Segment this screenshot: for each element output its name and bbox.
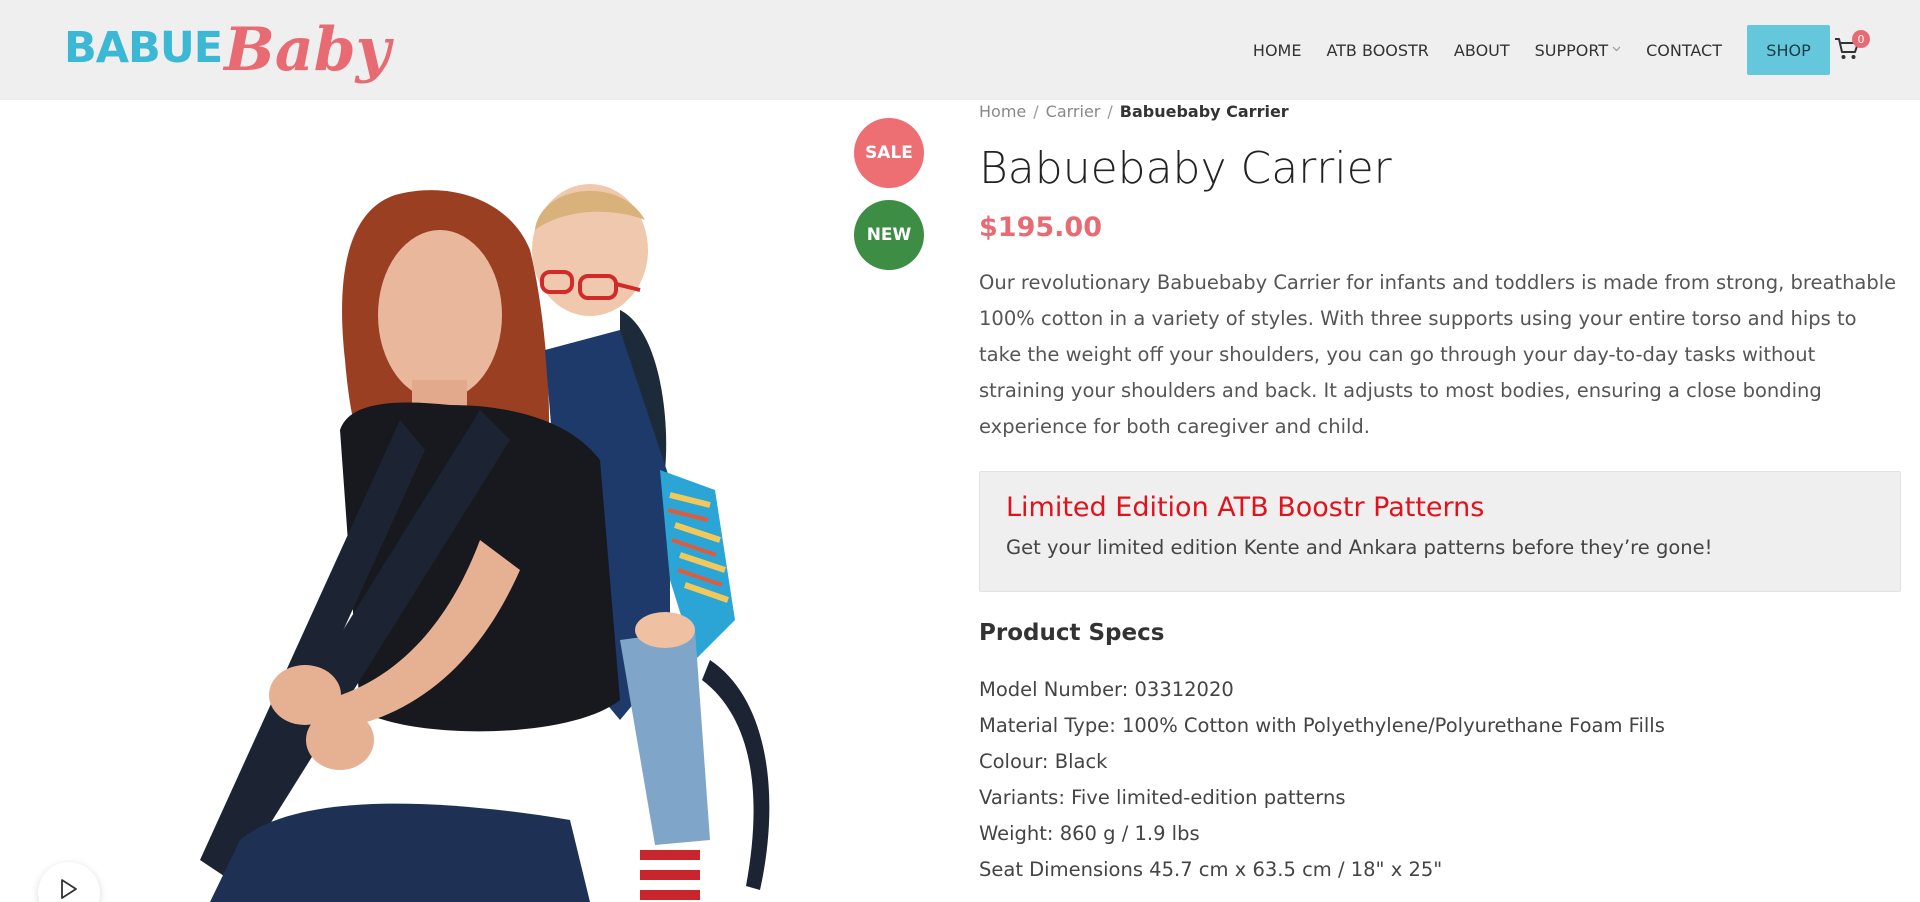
- promo-text: Get your limited edition Kente and Ankar…: [1006, 536, 1713, 560]
- logo-text-baby: Baby: [224, 15, 391, 85]
- play-icon: [61, 879, 77, 899]
- breadcrumb-home[interactable]: Home: [979, 102, 1026, 121]
- site-header: BABUE Baby HOME ATB BOOSTR ABOUT SUPPORT…: [0, 0, 1920, 100]
- product-details: Home / Carrier / Babuebaby Carrier Babue…: [979, 100, 1901, 888]
- nav-support-label: SUPPORT: [1534, 40, 1609, 60]
- breadcrumb: Home / Carrier / Babuebaby Carrier: [979, 102, 1900, 121]
- product-photo-illustration: [200, 184, 770, 902]
- nav-contact[interactable]: CONTACT: [1646, 41, 1722, 60]
- promo-title: Limited Edition ATB Boostr Patterns: [1006, 491, 1485, 523]
- spec-weight: Weight: 860 g / 1.9 lbs: [979, 821, 1200, 845]
- main-nav: HOME ATB BOOSTR ABOUT SUPPORT CONTACT SH…: [1228, 25, 1830, 75]
- specs-list: Model Number: 03312020 Material Type: 10…: [979, 672, 1900, 888]
- product-image[interactable]: [150, 100, 850, 902]
- spec-variants: Variants: Five limited-edition patterns: [979, 785, 1346, 809]
- play-video-button[interactable]: [38, 862, 100, 902]
- cart-button[interactable]: 0: [1834, 30, 1870, 64]
- logo-text-babue: BABUE: [64, 23, 223, 73]
- nav-support[interactable]: SUPPORT: [1535, 41, 1621, 60]
- spec-model-number: Model Number: 03312020: [979, 677, 1234, 701]
- cart-count-badge: 0: [1852, 30, 1870, 48]
- site-logo[interactable]: BABUE Baby: [64, 10, 391, 90]
- promo-box: Limited Edition ATB Boostr Patterns Get …: [979, 470, 1901, 592]
- specs-title: Product Specs: [979, 619, 1165, 646]
- nav-atb-boostr[interactable]: ATB BOOSTR: [1326, 41, 1428, 60]
- spec-seat-dimensions: Seat Dimensions 45.7 cm x 63.5 cm / 18" …: [979, 857, 1443, 881]
- shop-button[interactable]: SHOP: [1747, 25, 1830, 75]
- nav-about[interactable]: ABOUT: [1454, 41, 1510, 60]
- spec-colour: Colour: Black: [979, 749, 1108, 773]
- spec-material-type: Material Type: 100% Cotton with Polyethy…: [979, 713, 1665, 737]
- nav-home[interactable]: HOME: [1253, 41, 1302, 60]
- new-badge: NEW: [854, 200, 924, 270]
- sale-badge: SALE: [854, 118, 924, 188]
- chevron-down-icon: [1612, 45, 1621, 55]
- breadcrumb-current: Babuebaby Carrier: [1119, 102, 1289, 121]
- breadcrumb-carrier[interactable]: Carrier: [1046, 102, 1101, 121]
- product-price: $195.00: [979, 211, 1102, 243]
- product-title: Babuebaby Carrier: [979, 143, 1392, 194]
- product-description: Our revolutionary Babuebaby Carrier for …: [979, 270, 1897, 438]
- breadcrumb-separator: /: [1033, 102, 1039, 121]
- breadcrumb-separator: /: [1107, 102, 1113, 121]
